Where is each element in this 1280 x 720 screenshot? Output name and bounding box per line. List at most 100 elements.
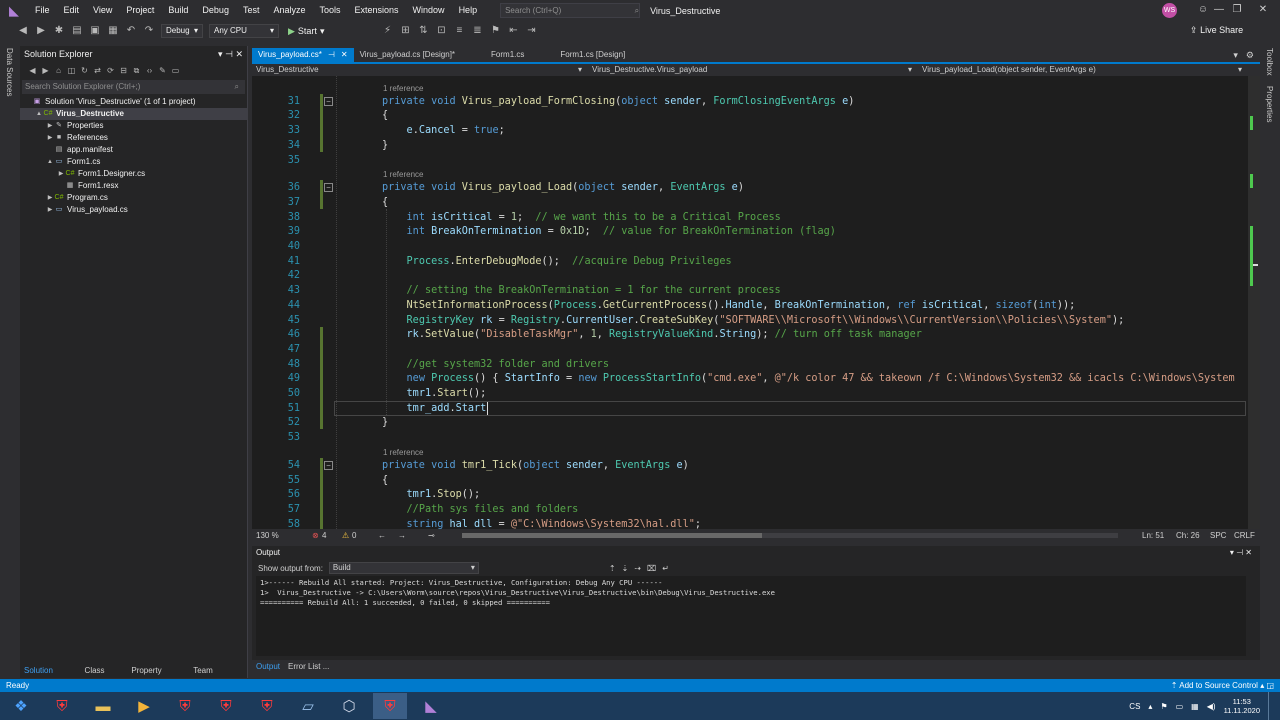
codelens-reference[interactable]: 1 reference bbox=[383, 448, 423, 458]
nav-forward-icon[interactable]: → bbox=[398, 529, 406, 542]
restore-icon[interactable]: ❐ bbox=[1230, 3, 1244, 17]
back-icon[interactable]: ◀ bbox=[27, 65, 38, 76]
refresh-icon[interactable]: ⟳ bbox=[105, 65, 116, 76]
collapse-arrow-icon[interactable]: ▲ bbox=[46, 156, 54, 168]
source-control-button[interactable]: ⇡ Add to Source Control ▴ ◲ bbox=[1171, 679, 1274, 692]
breakpoint-icon[interactable]: ⊡ bbox=[434, 24, 448, 38]
error-icon[interactable]: ⊗ bbox=[312, 529, 319, 542]
tab-output[interactable]: Output bbox=[252, 660, 284, 673]
tree-item[interactable]: ▶ ■ References bbox=[20, 132, 247, 144]
collapse-region-icon[interactable]: − bbox=[324, 183, 333, 193]
expand-arrow-icon[interactable]: ▶ bbox=[46, 204, 54, 216]
word-wrap-icon[interactable]: ↵ bbox=[662, 564, 669, 573]
menu-help[interactable]: Help bbox=[452, 0, 485, 21]
toggle-icon[interactable]: ⇅ bbox=[416, 24, 430, 38]
back-icon[interactable]: ◀ bbox=[16, 24, 30, 38]
codelens-reference[interactable]: 1 reference bbox=[383, 170, 423, 180]
chevron-up-icon[interactable]: ▴ bbox=[1148, 702, 1152, 711]
configuration-dropdown[interactable]: Debug ▾ bbox=[161, 24, 203, 38]
nav-class-dropdown[interactable]: Virus_Destructive.Virus_payload ▾ bbox=[588, 64, 918, 76]
show-desktop-button[interactable] bbox=[1268, 692, 1274, 720]
properties-icon[interactable]: ✎ bbox=[157, 65, 168, 76]
collapse-region-icon[interactable]: − bbox=[324, 460, 333, 470]
minimize-icon[interactable]: — bbox=[1212, 3, 1226, 17]
cube-icon[interactable]: ⬡ bbox=[332, 693, 366, 719]
network-icon[interactable]: ▦ bbox=[1191, 702, 1199, 711]
tree-item[interactable]: ▤ app.manifest bbox=[20, 144, 247, 156]
close-icon[interactable]: ✕ bbox=[1245, 548, 1252, 557]
switch-views-icon[interactable]: ◫ bbox=[66, 65, 77, 76]
view-code-icon[interactable]: ‹› bbox=[144, 65, 155, 76]
shield-app-icon[interactable]: ⛨ bbox=[45, 693, 79, 719]
editor-vertical-scrollbar[interactable] bbox=[1248, 76, 1260, 529]
comment-icon[interactable]: ≡ bbox=[452, 24, 466, 38]
nav-member-dropdown[interactable]: Virus_payload_Load(object sender, EventA… bbox=[918, 64, 1248, 76]
clock[interactable]: 11:53 11.11.2020 bbox=[1224, 697, 1260, 715]
chevron-down-icon[interactable]: ▾ bbox=[218, 49, 223, 59]
forward-icon[interactable]: ▶ bbox=[40, 65, 51, 76]
pin-icon[interactable]: ⊣ bbox=[225, 49, 233, 59]
tab-virus-payload-design[interactable]: Virus_payload.cs [Design]* bbox=[354, 48, 461, 62]
menu-debug[interactable]: Debug bbox=[195, 0, 236, 21]
data-sources-tab[interactable]: Data Sources bbox=[5, 48, 14, 96]
nav-project-dropdown[interactable]: Virus_Destructive ▾ bbox=[252, 64, 588, 76]
zoom-level[interactable]: 130 % bbox=[256, 529, 279, 542]
warning-icon[interactable]: ⚠ bbox=[342, 529, 349, 542]
platform-dropdown[interactable]: Any CPU ▾ bbox=[209, 24, 279, 38]
tree-item[interactable]: ▦ Form1.resx bbox=[20, 180, 247, 192]
codelens-reference[interactable]: 1 reference bbox=[383, 84, 423, 94]
uncomment-icon[interactable]: ≣ bbox=[470, 24, 484, 38]
quick-launch-search[interactable]: Search (Ctrl+Q) ⌕ bbox=[500, 3, 641, 18]
visual-studio-icon[interactable]: ◣ bbox=[414, 693, 448, 719]
menu-file[interactable]: File bbox=[28, 0, 57, 21]
tree-item[interactable]: ▣ Solution 'Virus_Destructive' (1 of 1 pr… bbox=[20, 96, 247, 108]
whitespace-mode[interactable]: SPC bbox=[1210, 529, 1226, 542]
chevron-down-icon[interactable]: ▾ bbox=[1230, 548, 1234, 557]
tree-item[interactable]: ▶ ▭ Virus_payload.cs bbox=[20, 204, 247, 216]
expand-arrow-icon[interactable]: ▶ bbox=[57, 168, 65, 180]
menu-view[interactable]: View bbox=[86, 0, 119, 21]
pin-icon[interactable]: ⊣ bbox=[328, 48, 335, 62]
menu-test[interactable]: Test bbox=[236, 0, 267, 21]
bookmark-next-icon[interactable]: ⇥ bbox=[524, 24, 538, 38]
expand-arrow-icon[interactable]: ▶ bbox=[46, 120, 54, 132]
media-player-icon[interactable]: ▶ bbox=[127, 693, 161, 719]
output-text[interactable]: 1>------ Rebuild All started: Project: V… bbox=[256, 576, 1246, 656]
show-all-files-icon[interactable]: ⧉ bbox=[131, 65, 142, 76]
solution-search-input[interactable]: Search Solution Explorer (Ctrl+;) ⌕ bbox=[22, 80, 245, 94]
sync-icon[interactable]: ⇄ bbox=[92, 65, 103, 76]
bookmark-icon[interactable]: ⚑ bbox=[488, 24, 502, 38]
tab-class-view[interactable]: Class View bbox=[81, 664, 128, 689]
tree-item[interactable]: ▲ C# Virus_Destructive bbox=[20, 108, 247, 120]
preview-icon[interactable]: ▭ bbox=[170, 65, 181, 76]
tab-form1-cs[interactable]: Form1.cs bbox=[461, 48, 554, 62]
horizontal-scroll-thumb[interactable] bbox=[462, 533, 762, 538]
open-file-icon[interactable]: ▤ bbox=[70, 24, 84, 38]
start-orb-icon[interactable]: ❖ bbox=[4, 693, 38, 719]
battery-icon[interactable]: ▭ bbox=[1176, 702, 1184, 711]
tab-form1-design[interactable]: Form1.cs [Design] bbox=[554, 48, 631, 62]
menu-analyze[interactable]: Analyze bbox=[266, 0, 312, 21]
menu-project[interactable]: Project bbox=[119, 0, 161, 21]
menu-edit[interactable]: Edit bbox=[57, 0, 87, 21]
notification-icon[interactable]: ◲ bbox=[1266, 681, 1274, 690]
collapse-arrow-icon[interactable]: ▲ bbox=[35, 108, 43, 120]
find-message-icon[interactable]: ⇡ bbox=[609, 564, 616, 573]
volume-icon[interactable]: ◀) bbox=[1207, 702, 1216, 711]
folder-icon[interactable]: ▬ bbox=[86, 693, 120, 719]
feedback-icon[interactable]: ☺ bbox=[1196, 3, 1210, 17]
pin-icon[interactable]: ⊣ bbox=[1236, 548, 1243, 557]
close-icon[interactable]: ✕ bbox=[341, 48, 348, 62]
expand-arrow-icon[interactable]: ▶ bbox=[46, 192, 54, 204]
redo-icon[interactable]: ↷ bbox=[142, 24, 156, 38]
tree-item[interactable]: ▶ C# Form1.Designer.cs bbox=[20, 168, 247, 180]
settings-icon[interactable]: ⚙ bbox=[1246, 48, 1254, 62]
new-project-icon[interactable]: ✱ bbox=[52, 24, 66, 38]
language-indicator[interactable]: CS bbox=[1129, 702, 1140, 711]
save-all-icon[interactable]: ▦ bbox=[106, 24, 120, 38]
visual-studio-logo-icon[interactable]: ◣ bbox=[6, 3, 22, 19]
code-editor[interactable]: 30 1 reference 31 private void Virus_payloa… bbox=[252, 76, 1248, 529]
hot-reload-icon[interactable]: ⚡ bbox=[380, 24, 394, 38]
tree-item[interactable]: ▲ ▭ Form1.cs bbox=[20, 156, 247, 168]
undo-icon[interactable]: ↶ bbox=[124, 24, 138, 38]
